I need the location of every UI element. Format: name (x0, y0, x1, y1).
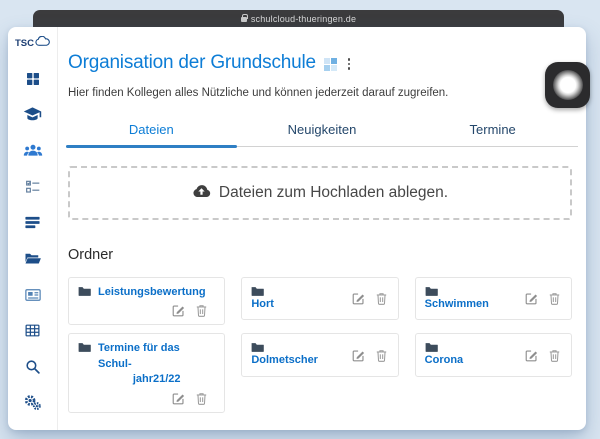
folder-icon (425, 286, 489, 297)
folder-actions (525, 292, 562, 305)
tab-dateien[interactable]: Dateien (66, 114, 237, 146)
folder-actions (78, 392, 215, 405)
logo-text: TSC (15, 38, 34, 49)
tasks-checklist-icon[interactable] (22, 176, 43, 197)
record-button[interactable] (545, 62, 590, 108)
dashboard-grid-icon[interactable] (22, 68, 43, 89)
edit-icon[interactable] (172, 392, 185, 405)
page-description: Hier finden Kollegen alles Nützliche und… (68, 87, 578, 99)
files-folder-icon[interactable] (22, 248, 43, 269)
folder-name2[interactable]: jahr21/22 (98, 372, 215, 387)
browser-titlebar: schulcloud-thueringen.de (33, 10, 564, 27)
titlebar-domain: schulcloud-thueringen.de (251, 14, 356, 24)
settings-gears-icon[interactable] (22, 392, 43, 413)
teams-users-icon[interactable] (22, 140, 43, 161)
page-title: Organisation der Grundschule (68, 52, 316, 74)
dropzone-label: Dateien zum Hochladen ablegen. (219, 184, 448, 202)
edit-icon[interactable] (525, 292, 538, 305)
folder-icon (251, 342, 318, 353)
record-dot-icon (553, 70, 583, 100)
folder-icon (78, 286, 91, 297)
kebab-menu-icon[interactable] (345, 56, 354, 72)
folder-name[interactable]: Dolmetscher (251, 354, 318, 366)
folder-name[interactable]: Corona (425, 354, 464, 366)
search-icon[interactable] (22, 356, 43, 377)
trash-icon[interactable] (549, 292, 560, 305)
folder-name[interactable]: Termine für das Schul- (98, 342, 180, 369)
folders-heading: Ordner (68, 247, 578, 263)
edit-icon[interactable] (352, 292, 365, 305)
folders-grid: Leistungsbewertung Hort (68, 277, 572, 413)
sidebar: TSC (8, 27, 58, 430)
folder-name[interactable]: Hort (251, 298, 274, 310)
courses-list-icon[interactable] (22, 212, 43, 233)
folder-card: Schwimmen (415, 277, 572, 320)
app-logo[interactable]: TSC (15, 34, 50, 52)
tab-termine[interactable]: Termine (407, 114, 578, 146)
folder-actions (352, 349, 389, 362)
courses-graduation-cap-icon[interactable] (22, 104, 43, 125)
main-content: Organisation der Grundschule Hier finden… (58, 27, 586, 430)
title-badge-icon (324, 58, 337, 71)
file-dropzone[interactable]: Dateien zum Hochladen ablegen. (68, 166, 572, 220)
edit-icon[interactable] (525, 349, 538, 362)
folder-icon (251, 286, 274, 297)
folder-icon (78, 342, 91, 353)
trash-icon[interactable] (196, 304, 207, 317)
tab-neuigkeiten[interactable]: Neuigkeiten (237, 114, 408, 146)
lock-icon (241, 17, 247, 22)
edit-icon[interactable] (352, 349, 365, 362)
trash-icon[interactable] (549, 349, 560, 362)
cloud-upload-icon (192, 183, 211, 204)
folder-name[interactable]: Schwimmen (425, 298, 489, 310)
folder-card: Hort (241, 277, 398, 320)
folder-card: Corona (415, 333, 572, 376)
folder-icon (425, 342, 464, 353)
news-newspaper-icon[interactable] (22, 284, 43, 305)
calendar-table-icon[interactable] (22, 320, 43, 341)
sidebar-nav (22, 68, 43, 413)
trash-icon[interactable] (196, 392, 207, 405)
browser-window: TSC (8, 27, 586, 430)
edit-icon[interactable] (172, 304, 185, 317)
tab-bar: Dateien Neuigkeiten Termine (66, 114, 578, 147)
folder-card: Leistungsbewertung (68, 277, 225, 325)
trash-icon[interactable] (376, 292, 387, 305)
folder-actions (78, 304, 215, 317)
folder-actions (525, 349, 562, 362)
trash-icon[interactable] (376, 349, 387, 362)
logo-cloud-icon (35, 34, 50, 52)
folder-name[interactable]: Leistungsbewertung (98, 286, 206, 298)
folder-actions (352, 292, 389, 305)
folder-card: Dolmetscher (241, 333, 398, 376)
folder-card: Termine für das Schul- jahr21/22 (68, 333, 225, 412)
